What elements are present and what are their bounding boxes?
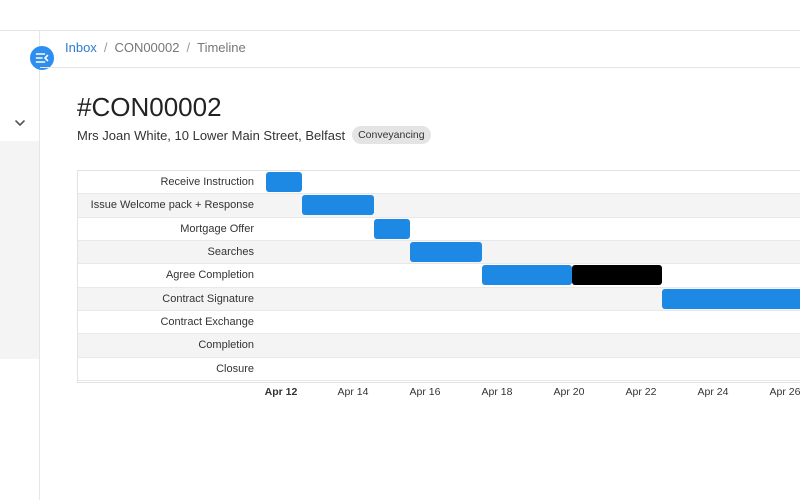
gantt-row: Mortgage Offer <box>78 218 800 241</box>
breadcrumb-current-page: Timeline <box>197 40 246 55</box>
gantt-task-bar[interactable] <box>302 195 374 216</box>
breadcrumb-separator: / <box>103 40 108 55</box>
axis-tick-label: Apr 18 <box>481 386 513 398</box>
gantt-task-bar[interactable] <box>266 172 302 192</box>
client-address: Mrs Joan White, 10 Lower Main Street, Be… <box>77 127 346 143</box>
gantt-task-label: Searches <box>207 245 254 258</box>
gantt-task-bar[interactable] <box>374 218 410 239</box>
gantt-row: Contract Exchange <box>78 311 800 335</box>
breadcrumb-case[interactable]: CON00002 <box>114 40 179 55</box>
sidebar <box>0 31 40 500</box>
breadcrumb: Inbox / CON00002 / Timeline <box>65 40 246 55</box>
axis-tick-label: Apr 22 <box>625 386 657 398</box>
gantt-task-label: Completion <box>198 339 254 352</box>
gantt-task-bar[interactable] <box>482 265 572 286</box>
gantt-task-label: Contract Exchange <box>160 315 254 328</box>
axis-tick-label: Apr 24 <box>697 386 729 398</box>
case-subtitle: Mrs Joan White, 10 Lower Main Street, Be… <box>77 126 431 144</box>
breadcrumb-separator: / <box>186 40 191 55</box>
gantt-task-label: Issue Welcome pack + Response <box>90 199 254 212</box>
axis-tick-label: Apr 26 <box>769 386 800 398</box>
gantt-task-bar[interactable] <box>410 241 482 262</box>
gantt-task-label: Mortgage Offer <box>180 222 254 235</box>
axis-tick-label: Apr 12 <box>264 386 298 398</box>
gantt-row: Completion <box>78 334 800 358</box>
gantt-task-label: Contract Signature <box>162 292 254 305</box>
gantt-row: Issue Welcome pack + Response <box>78 194 800 218</box>
gantt-row: Agree Completion <box>78 264 800 288</box>
gantt-row: Contract Signature <box>78 287 800 311</box>
axis-tick-label: Apr 20 <box>553 386 585 398</box>
top-bar <box>0 0 800 31</box>
chevron-down-icon[interactable] <box>12 115 28 131</box>
axis-tick-label: Apr 14 <box>337 386 369 398</box>
breadcrumb-inbox-link[interactable]: Inbox <box>65 40 97 55</box>
gantt-row: Searches <box>78 240 800 265</box>
sidebar-panel <box>0 141 39 359</box>
gantt-row: Closure <box>78 358 800 381</box>
gantt-axis: Apr 12 Apr 14 Apr 16 Apr 18 Apr 20 Apr 22 Apr … <box>77 386 800 402</box>
case-type-badge: Conveyancing <box>352 126 431 144</box>
gantt-row: Receive Instruction <box>78 171 800 195</box>
gantt-task-bar[interactable] <box>572 265 662 286</box>
gantt-task-label: Receive Instruction <box>160 176 254 188</box>
gantt-task-label: Agree Completion <box>165 269 254 282</box>
gantt-task-label: Closure <box>216 362 254 375</box>
page-title: #CON00002 <box>77 92 222 122</box>
axis-tick-label: Apr 16 <box>409 386 441 398</box>
gantt-task-bar[interactable] <box>662 288 800 309</box>
gantt-chart: Receive Instruction Issue Welcome pack + … <box>77 170 800 383</box>
